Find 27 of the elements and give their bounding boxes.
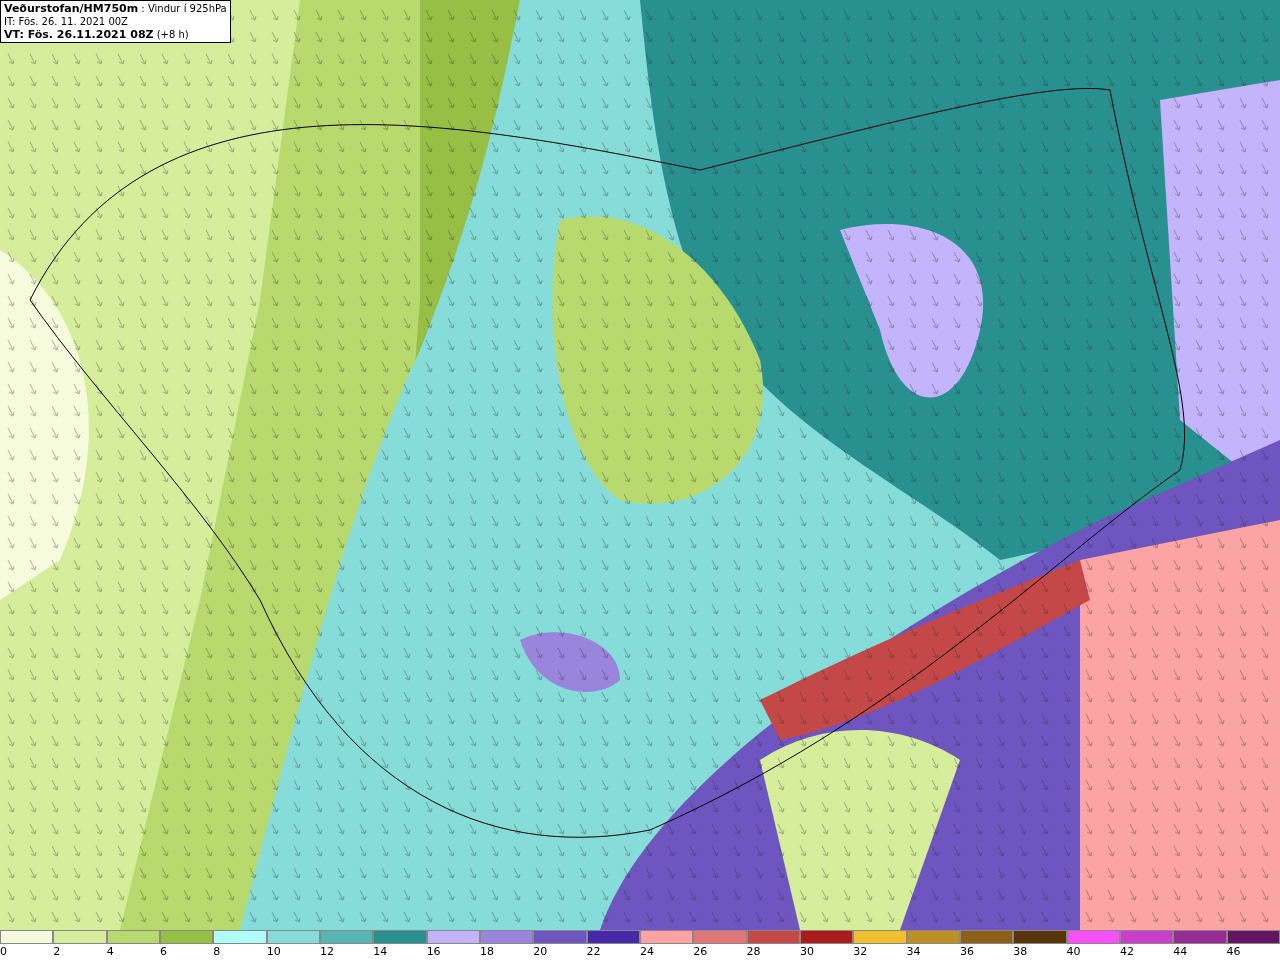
legend-label: 46 (1226, 944, 1241, 959)
legend-label: 28 (746, 944, 761, 959)
title-line: IT: Fös. 26. 11. 2021 00Z (4, 15, 129, 28)
legend-label: 24 (639, 944, 654, 959)
legend-label: 2 (53, 944, 61, 959)
legend-label: 6 (160, 944, 167, 959)
legend-label: 12 (319, 944, 334, 959)
legend-label: 34 (906, 944, 921, 959)
legend-label: 30 (799, 944, 814, 959)
legend-label: 44 (1173, 944, 1188, 959)
legend-label: 0 (0, 944, 7, 959)
legend-label: 42 (1119, 944, 1134, 959)
title-line: VT: Fös. 26.11.2021 08Z (+8 h) (4, 28, 190, 41)
legend-label: 18 (479, 944, 494, 959)
legend-label: 10 (266, 944, 281, 959)
legend-label: 8 (213, 944, 221, 959)
legend-label: 32 (853, 944, 868, 959)
legend-label: 26 (693, 944, 708, 959)
legend-label: 38 (1013, 944, 1028, 959)
legend-label: 22 (586, 944, 601, 959)
legend-label: 4 (106, 944, 114, 959)
legend-label: 36 (959, 944, 974, 959)
legend-label: 14 (373, 944, 388, 959)
title-line: Veðurstofan/HM750m : Vindur í 925hPa (4, 2, 227, 15)
legend-label: 40 (1066, 944, 1081, 959)
legend-label: 20 (533, 944, 548, 959)
legend-label: 16 (426, 944, 441, 959)
